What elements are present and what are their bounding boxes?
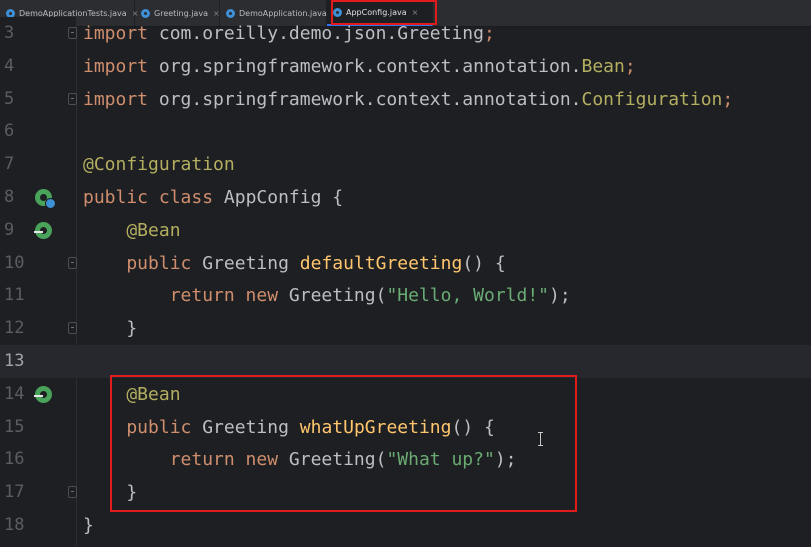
code-token: Greeting bbox=[202, 416, 300, 438]
line-number: 7 bbox=[4, 154, 15, 175]
code-token: whatUpGreeting bbox=[299, 416, 452, 438]
fold-marker-icon[interactable] bbox=[68, 322, 77, 335]
spring-bean-config-icon[interactable] bbox=[35, 189, 56, 209]
code-token: return new bbox=[83, 449, 289, 471]
code-line[interactable]: 15 public Greeting whatUpGreeting() { bbox=[0, 411, 811, 444]
code-token: "Hello, World!" bbox=[386, 285, 550, 307]
java-class-file-icon bbox=[333, 7, 342, 17]
code-token: ); bbox=[549, 285, 571, 307]
code-token: Greeting( bbox=[288, 285, 387, 307]
fold-marker-icon[interactable] bbox=[68, 256, 77, 269]
code-token: com.oreilly.demo.json.Greeting bbox=[158, 23, 484, 44]
code-token: @Bean bbox=[83, 219, 181, 241]
line-number: 16 bbox=[4, 449, 25, 470]
code-text: import org.springframework.context.annot… bbox=[83, 83, 733, 116]
code-token: Bean bbox=[581, 55, 625, 77]
code-line[interactable]: 13 bbox=[0, 345, 811, 378]
code-text: } bbox=[83, 509, 94, 542]
code-text: @Bean bbox=[83, 378, 181, 411]
code-token: return new bbox=[83, 285, 289, 307]
line-number: 18 bbox=[4, 515, 25, 535]
code-text: import org.springframework.context.annot… bbox=[83, 50, 636, 83]
code-token: public bbox=[83, 252, 203, 274]
line-number: 12 bbox=[4, 318, 25, 339]
code-line[interactable]: 6 bbox=[0, 115, 811, 148]
line-number: 17 bbox=[4, 482, 25, 503]
code-line[interactable]: 18} bbox=[0, 509, 811, 542]
code-token: import bbox=[83, 55, 159, 77]
code-line[interactable]: 11 return new Greeting("Hello, World!"); bbox=[0, 279, 811, 312]
line-number: 6 bbox=[4, 121, 15, 142]
code-text: public Greeting whatUpGreeting() { bbox=[83, 411, 495, 444]
code-line[interactable]: 3 import com.oreilly.demo.json.Greeting; bbox=[0, 17, 811, 50]
line-number: 5 bbox=[4, 88, 15, 109]
code-token: ; bbox=[483, 23, 495, 44]
code-text: public Greeting defaultGreeting() { bbox=[83, 247, 506, 280]
line-number: 3 bbox=[4, 23, 15, 43]
code-line[interactable]: 14 @Bean bbox=[0, 378, 811, 411]
code-token: Greeting( bbox=[288, 449, 387, 471]
code-token: ); bbox=[494, 449, 517, 471]
code-token: } bbox=[83, 515, 94, 536]
line-number: 15 bbox=[4, 416, 25, 437]
spring-bean-navigate-icon[interactable] bbox=[34, 221, 52, 239]
code-token: } bbox=[83, 318, 138, 340]
code-line[interactable]: 7 @Configuration bbox=[0, 148, 811, 181]
code-line[interactable]: 17 } bbox=[0, 476, 811, 509]
mouse-ibeam-cursor bbox=[538, 432, 543, 446]
line-number: 14 bbox=[4, 383, 25, 404]
code-token: } bbox=[83, 482, 138, 504]
code-text: } bbox=[83, 476, 137, 509]
code-token: defaultGreeting bbox=[299, 252, 463, 274]
code-token: Greeting bbox=[202, 252, 300, 274]
fold-marker-icon[interactable] bbox=[68, 486, 77, 499]
code-text: public class AppConfig { bbox=[83, 181, 343, 214]
code-text: } bbox=[83, 312, 137, 345]
code-token: () { bbox=[462, 252, 506, 274]
fold-marker-icon[interactable] bbox=[68, 92, 77, 105]
code-token: ; bbox=[624, 55, 636, 77]
code-line[interactable]: 10 public Greeting defaultGreeting() { bbox=[0, 247, 811, 280]
code-token: org.springframework.context.annotation. bbox=[158, 88, 582, 110]
code-token: public class bbox=[83, 187, 224, 208]
code-token: public bbox=[83, 416, 203, 438]
code-token: import bbox=[83, 88, 159, 110]
code-text: return new Greeting("Hello, World!"); bbox=[83, 279, 571, 312]
fold-marker-icon[interactable] bbox=[68, 27, 77, 39]
code-token: org.springframework.context.annotation. bbox=[158, 55, 582, 77]
code-line[interactable]: 16 return new Greeting("What up?"); bbox=[0, 443, 811, 476]
code-token: ; bbox=[722, 88, 734, 110]
code-line[interactable]: 8 public class AppConfig { bbox=[0, 181, 811, 214]
code-line[interactable]: 12 } bbox=[0, 312, 811, 345]
line-number: 10 bbox=[4, 252, 25, 273]
code-line[interactable]: 5 import org.springframework.context.anno… bbox=[0, 83, 811, 116]
code-text: import com.oreilly.demo.json.Greeting; bbox=[83, 17, 495, 50]
tab-label: AppConfig.java bbox=[346, 7, 407, 17]
ide-window: DemoApplicationTests.java × Greeting.java ×… bbox=[0, 0, 811, 547]
code-token: "What up?" bbox=[386, 449, 495, 471]
code-token: () { bbox=[451, 416, 495, 438]
line-number: 8 bbox=[4, 187, 15, 207]
code-token: AppConfig { bbox=[223, 187, 344, 208]
code-token: import bbox=[83, 23, 159, 44]
code-token: @Configuration bbox=[83, 154, 235, 176]
code-line[interactable]: 4 import org.springframework.context.anno… bbox=[0, 50, 811, 83]
line-number: 4 bbox=[4, 55, 15, 76]
code-text: @Bean bbox=[83, 214, 181, 247]
code-text: @Configuration bbox=[83, 148, 235, 181]
code-editor[interactable]: 3 import com.oreilly.demo.json.Greeting; 4… bbox=[0, 17, 811, 547]
line-number: 11 bbox=[4, 285, 25, 306]
code-token: @Bean bbox=[83, 383, 181, 405]
code-token: Configuration bbox=[581, 88, 723, 110]
spring-bean-navigate-icon[interactable] bbox=[34, 385, 52, 403]
close-tab-icon[interactable]: × bbox=[412, 8, 419, 17]
line-number: 13 bbox=[4, 351, 25, 371]
line-number: 9 bbox=[4, 219, 15, 240]
code-text: return new Greeting("What up?"); bbox=[83, 443, 517, 476]
code-line[interactable]: 9 @Bean bbox=[0, 214, 811, 247]
